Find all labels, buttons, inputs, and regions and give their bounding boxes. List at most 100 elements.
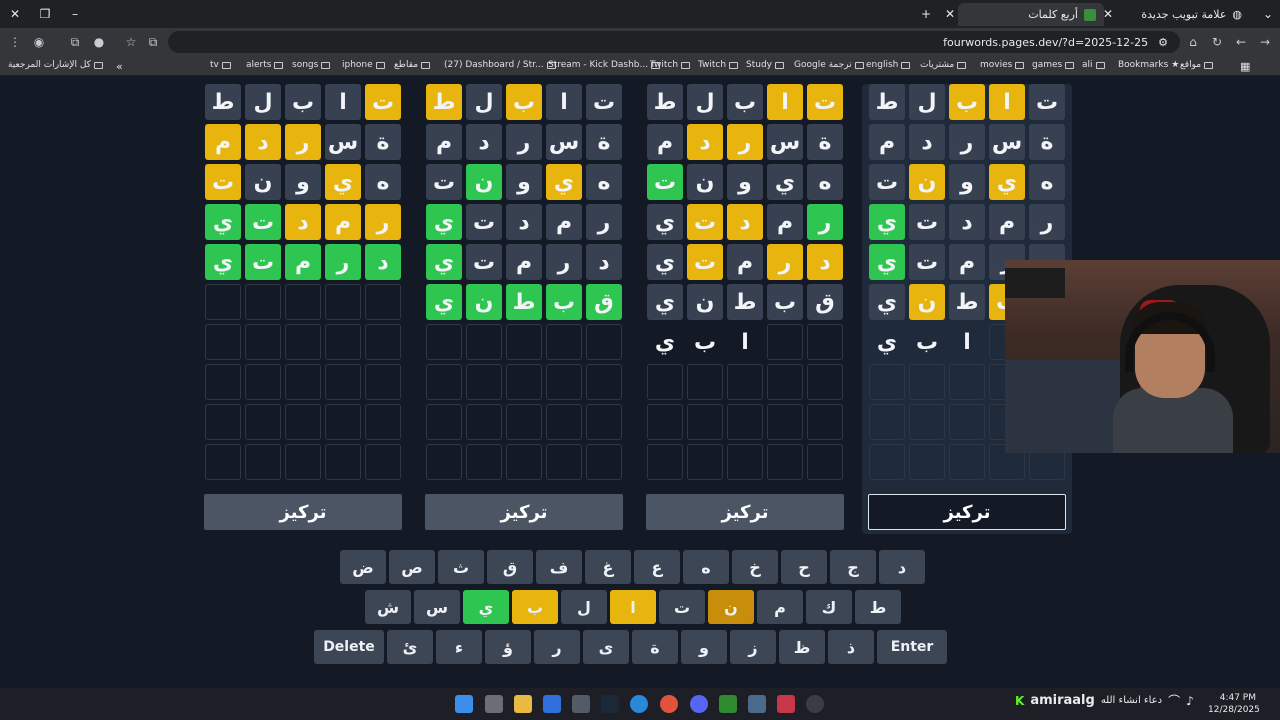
bookmark-item[interactable]: alerts	[246, 60, 284, 70]
letter-key[interactable]: م	[757, 590, 803, 624]
bookmark-star-icon[interactable]: ☆	[122, 33, 140, 51]
store-icon[interactable]	[543, 695, 561, 713]
letter-key[interactable]: غ	[585, 550, 631, 584]
bookmark-item[interactable]: مواقع	[1180, 60, 1214, 70]
bookmark-item[interactable]: Twitch	[650, 60, 691, 70]
bookmark-item[interactable]: Google ترجمة	[794, 60, 864, 70]
app-icon[interactable]	[748, 695, 766, 713]
bookmark-item[interactable]: movies	[980, 60, 1025, 70]
tab-close-icon[interactable]: ✕	[940, 4, 960, 24]
focus-button[interactable]: تركيز	[204, 494, 402, 530]
focus-button[interactable]: تركيز	[646, 494, 844, 530]
letter-key[interactable]: ف	[536, 550, 582, 584]
letter-key[interactable]: ل	[561, 590, 607, 624]
restore-window-icon[interactable]: ❐	[35, 4, 55, 24]
letter-key[interactable]: ث	[438, 550, 484, 584]
focus-button[interactable]: تركيز	[868, 494, 1066, 530]
enter-key[interactable]: Enter	[877, 630, 947, 664]
letter-key[interactable]: ط	[855, 590, 901, 624]
new-tab-icon[interactable]: +	[916, 4, 936, 24]
letter-key[interactable]: ى	[583, 630, 629, 664]
bookmark-item[interactable]: games	[1032, 60, 1075, 70]
bookmark-item[interactable]: ali	[1082, 60, 1105, 70]
guess-row	[201, 444, 405, 480]
letter-tile	[285, 324, 321, 360]
letter-key[interactable]: ش	[365, 590, 411, 624]
bookmark-item[interactable]: Bookmarks ★	[1118, 60, 1179, 70]
letter-key[interactable]: ح	[781, 550, 827, 584]
letter-key[interactable]: ء	[436, 630, 482, 664]
bookmark-item[interactable]: tv	[210, 60, 231, 70]
extensions-icon[interactable]: ⧉	[66, 33, 84, 51]
bookmark-item[interactable]: english	[866, 60, 911, 70]
tab-search-icon[interactable]: ⌄	[1258, 4, 1278, 24]
back-icon[interactable]: →	[1256, 33, 1274, 51]
install-app-icon[interactable]: ⧉	[144, 33, 162, 51]
letter-key[interactable]: ؤ	[485, 630, 531, 664]
tab-close-icon[interactable]: ✕	[1098, 4, 1118, 24]
letter-key[interactable]: و	[681, 630, 727, 664]
letter-key[interactable]: ب	[512, 590, 558, 624]
close-window-icon[interactable]: ✕	[5, 4, 25, 24]
letter-key[interactable]: س	[414, 590, 460, 624]
home-icon[interactable]: ⌂	[1184, 33, 1202, 51]
letter-key[interactable]: ئ	[387, 630, 433, 664]
letter-key[interactable]: ك	[806, 590, 852, 624]
letter-key[interactable]: ج	[830, 550, 876, 584]
windows-start-icon[interactable]	[455, 695, 473, 713]
task-view-icon[interactable]	[485, 695, 503, 713]
bookmark-item[interactable]: Twitch	[698, 60, 739, 70]
focus-button[interactable]: تركيز	[425, 494, 623, 530]
bookmark-item[interactable]: songs	[292, 60, 331, 70]
letter-key[interactable]: ا	[610, 590, 656, 624]
letter-key[interactable]: ن	[708, 590, 754, 624]
bookmark-item[interactable]: iphone	[342, 60, 385, 70]
profile-icon[interactable]: ◉	[30, 33, 48, 51]
site-settings-icon[interactable]: ⚙	[1158, 36, 1168, 49]
letter-key[interactable]: ظ	[779, 630, 825, 664]
tab-inactive[interactable]: علامة تبويب جديدة ◍	[1120, 3, 1250, 26]
xbox-icon[interactable]	[719, 695, 737, 713]
letter-key[interactable]: ق	[487, 550, 533, 584]
letter-key[interactable]: ص	[389, 550, 435, 584]
extension-icon[interactable]: ●	[90, 33, 108, 51]
discord-icon[interactable]	[690, 695, 708, 713]
forward-icon[interactable]: ←	[1232, 33, 1250, 51]
letter-key[interactable]: ر	[534, 630, 580, 664]
letter-key[interactable]: ذ	[828, 630, 874, 664]
bookmark-item[interactable]: (27) Dashboard / Str...	[444, 60, 556, 70]
network-icon[interactable]: ⌒	[1168, 692, 1180, 709]
letter-key[interactable]: د	[879, 550, 925, 584]
letter-key[interactable]: ة	[632, 630, 678, 664]
letter-key[interactable]: ي	[463, 590, 509, 624]
letter-key[interactable]: خ	[732, 550, 778, 584]
guess-row	[422, 324, 626, 360]
chrome-icon[interactable]	[660, 695, 678, 713]
letter-key[interactable]: ع	[634, 550, 680, 584]
tab-active[interactable]: أربع كلمات	[958, 3, 1104, 26]
menu-icon[interactable]: ⋮	[6, 33, 24, 51]
bookmark-item[interactable]: مشتريات	[920, 60, 967, 70]
minimize-window-icon[interactable]: –	[65, 4, 85, 24]
delete-key[interactable]: Delete	[314, 630, 384, 664]
letter-key[interactable]: ه	[683, 550, 729, 584]
bookmark-item[interactable]: Study	[746, 60, 784, 70]
bookmark-item[interactable]: Stream - Kick Dashb...	[548, 60, 661, 70]
apps-icon[interactable]: ▦	[1240, 60, 1250, 73]
letter-key[interactable]: ت	[659, 590, 705, 624]
obs-icon[interactable]	[806, 695, 824, 713]
reload-icon[interactable]: ↻	[1208, 33, 1226, 51]
steam-icon[interactable]	[601, 695, 619, 713]
edge-icon[interactable]	[630, 695, 648, 713]
letter-key[interactable]: ض	[340, 550, 386, 584]
clock[interactable]: 4:47 PM 12/28/2025	[1208, 692, 1260, 716]
file-explorer-icon[interactable]	[514, 695, 532, 713]
chevron-left-icon[interactable]: «	[116, 60, 123, 73]
app-icon[interactable]	[572, 695, 590, 713]
address-bar[interactable]: fourwords.pages.dev/?d=2025-12-25 ⚙	[168, 31, 1180, 53]
bookmark-item[interactable]: مقاطع	[394, 60, 431, 70]
bookmark-all[interactable]: كل الإشارات المرجعية	[8, 60, 103, 70]
letter-key[interactable]: ز	[730, 630, 776, 664]
app-icon[interactable]	[777, 695, 795, 713]
volume-icon[interactable]: ♪	[1186, 694, 1194, 708]
